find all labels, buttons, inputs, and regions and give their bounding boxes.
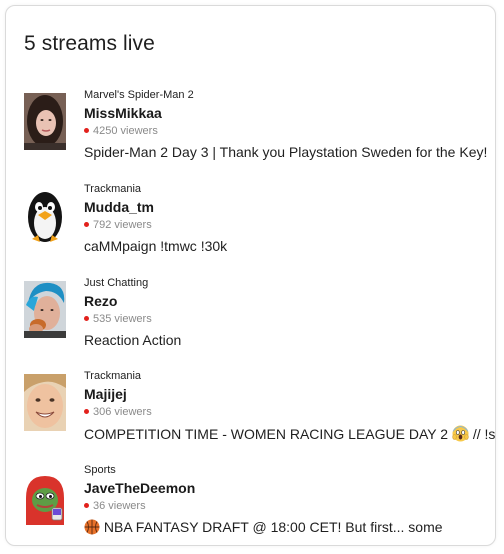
stream-item-missmikkaa[interactable]: Marvel's Spider-Man 2 MissMikkaa 4250 vi… xyxy=(24,89,492,173)
streamer-avatar[interactable] xyxy=(24,374,66,431)
avatar-smiling-man-icon xyxy=(24,374,66,431)
game-name: Just Chatting xyxy=(84,277,149,289)
game-name: Marvel's Spider-Man 2 xyxy=(84,89,194,101)
viewer-count: 306 viewers xyxy=(84,406,152,418)
live-streams-card: 5 streams live Marvel's Spider-Man 2 Mis… xyxy=(5,5,496,546)
avatar-pepe-frog-icon xyxy=(24,468,66,525)
basketball-emoji-icon xyxy=(84,519,100,538)
live-dot-icon xyxy=(84,503,89,508)
avatar-blue-hair-man-icon xyxy=(24,281,66,338)
viewer-count: 535 viewers xyxy=(84,313,152,325)
stream-item-majijej[interactable]: Trackmania Majijej 306 viewers COMPETITI… xyxy=(24,370,495,454)
streamer-name[interactable]: Rezo xyxy=(84,293,117,309)
live-dot-icon xyxy=(84,409,89,414)
viewer-count: 792 viewers xyxy=(84,219,152,231)
stream-item-mudda-tm[interactable]: Trackmania Mudda_tm 792 viewers caMMpaig… xyxy=(24,183,492,267)
streamer-avatar[interactable] xyxy=(24,281,66,338)
stream-title: caMMpaign !tmwc !30k xyxy=(84,238,228,254)
streamer-avatar[interactable] xyxy=(24,187,66,244)
stream-title: NBA FANTASY DRAFT @ 18:00 CET! But first… xyxy=(84,519,443,538)
live-dot-icon xyxy=(84,222,89,227)
game-name: Trackmania xyxy=(84,370,142,382)
avatar-woman-dark-hair-icon xyxy=(24,93,66,150)
streamer-avatar[interactable] xyxy=(24,468,66,525)
streamer-name[interactable]: Mudda_tm xyxy=(84,199,154,215)
live-dot-icon xyxy=(84,128,89,133)
avatar-penguin-icon xyxy=(24,187,66,244)
stream-title: Reaction Action xyxy=(84,332,182,348)
viewer-count: 4250 viewers xyxy=(84,125,158,137)
live-dot-icon xyxy=(84,316,89,321)
stream-item-javethedeemon[interactable]: Sports JaveTheDeemon 36 viewers NBA FANT… xyxy=(24,464,492,548)
stream-title: Spider-Man 2 Day 3 | Thank you Playstati… xyxy=(84,144,488,160)
streamer-name[interactable]: MissMikkaa xyxy=(84,105,162,121)
game-name: Trackmania xyxy=(84,183,142,195)
scream-emoji-icon xyxy=(452,425,469,445)
stream-title: COMPETITION TIME - WOMEN RACING LEAGUE D… xyxy=(84,425,495,445)
streamer-name[interactable]: JaveTheDeemon xyxy=(84,480,195,496)
streamer-name[interactable]: Majijej xyxy=(84,386,127,402)
streams-count-title: 5 streams live xyxy=(24,32,155,55)
viewer-count: 36 viewers xyxy=(84,500,146,512)
game-name: Sports xyxy=(84,464,116,476)
stream-item-rezo[interactable]: Just Chatting Rezo 535 viewers Reaction … xyxy=(24,277,492,361)
streamer-avatar[interactable] xyxy=(24,93,66,150)
